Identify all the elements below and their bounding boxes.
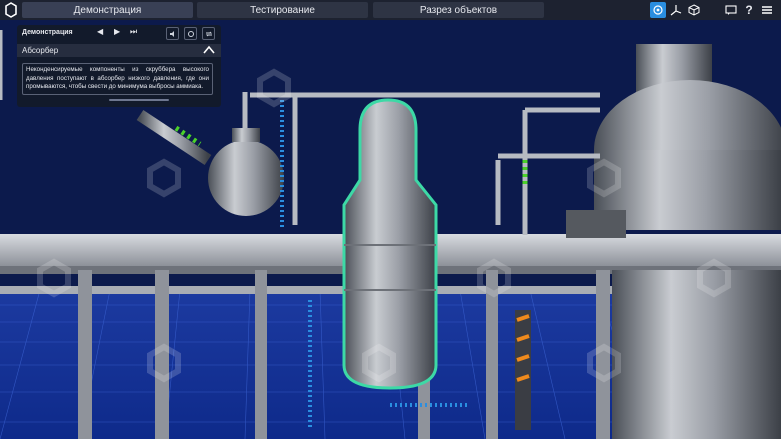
prev-step-icon[interactable]: ◀ [97, 27, 103, 36]
view-3d-icon[interactable] [650, 2, 666, 18]
chat-icon[interactable] [723, 2, 739, 18]
tab-testing[interactable]: Тестирование [197, 2, 368, 18]
axes-icon[interactable] [668, 2, 684, 18]
tab-demonstration[interactable]: Демонстрация [22, 2, 193, 18]
top-bar: Демонстрация Тестирование Разрез объекто… [0, 0, 781, 20]
section-title: Абсорбер [22, 46, 59, 55]
help-icon[interactable]: ? [741, 2, 757, 18]
panel-title: Демонстрация [22, 29, 73, 36]
panel-scrollbar[interactable] [109, 99, 169, 101]
repeat-icon[interactable] [202, 27, 215, 40]
chevron-up-icon[interactable] [203, 45, 215, 55]
app-logo-icon [5, 2, 17, 18]
cube-icon[interactable] [686, 2, 702, 18]
play-icon[interactable]: ▶ [114, 27, 120, 36]
section-header[interactable]: Абсорбер [17, 44, 221, 57]
section-description: Неконденсируемые компоненты из скруббера… [22, 63, 213, 95]
next-step-icon[interactable]: ⏭ [130, 27, 137, 37]
sound-icon[interactable] [166, 27, 179, 40]
tab-object-section[interactable]: Разрез объектов [373, 2, 544, 18]
settings-icon[interactable] [184, 27, 197, 40]
menu-icon[interactable] [759, 2, 775, 18]
demo-info-panel: Демонстрация ◀ ▶ ⏭ Абсорбер Неконденсиру… [17, 25, 221, 107]
